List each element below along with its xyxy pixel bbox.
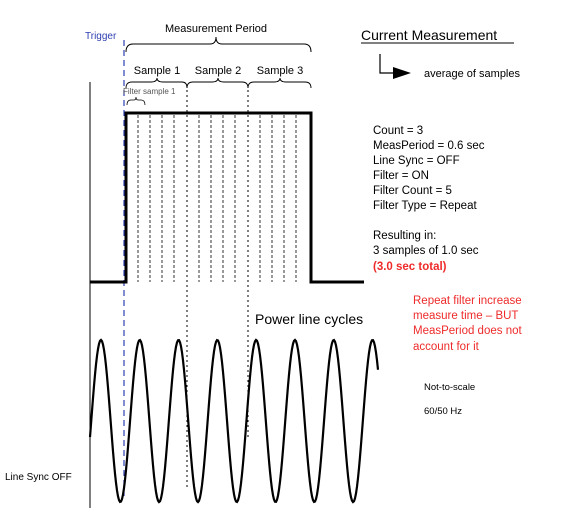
- setting-filter-type: Filter Type = Repeat: [373, 200, 477, 212]
- settings-list: Count = 3 MeasPeriod = 0.6 sec Line Sync…: [373, 125, 485, 212]
- average-arrow-head: [393, 67, 411, 79]
- filter-sample-lines: [137, 115, 297, 282]
- result-line: 3 samples of 1.0 sec: [373, 245, 479, 257]
- setting-line-sync: Line Sync = OFF: [373, 155, 460, 167]
- warning-line-1: Repeat filter increase: [413, 295, 522, 307]
- not-to-scale-label: Not-to-scale: [424, 382, 475, 393]
- measurement-period-brace: [125, 36, 312, 53]
- setting-count: Count = 3: [373, 125, 423, 137]
- sample-2-label: Sample 2: [195, 65, 241, 77]
- measurement-period-label: Measurement Period: [165, 23, 267, 35]
- timing-diagram: Trigger Measurement Period Sample 1 Samp…: [5, 23, 522, 508]
- sample-3-label: Sample 3: [257, 65, 303, 77]
- warning-line-3: MeasPeriod does not: [413, 325, 522, 337]
- title: Current Measurement: [361, 27, 497, 43]
- result-total: (3.0 sec total): [373, 261, 447, 273]
- setting-filter: Filter = ON: [373, 170, 429, 182]
- result-heading: Resulting in:: [373, 230, 436, 242]
- line-sync-label: Line Sync OFF: [5, 472, 72, 483]
- power-line-cycles-label: Power line cycles: [255, 311, 363, 327]
- warning-line-2: measure time – BUT: [413, 310, 518, 322]
- warning-note: Repeat filter increase measure time – BU…: [413, 295, 522, 353]
- warning-line-4: account for it: [413, 341, 480, 353]
- power-line-sine-wave: [88, 338, 380, 504]
- diagram: Trigger Measurement Period Sample 1 Samp…: [0, 0, 567, 510]
- frequency-label: 60/50 Hz: [424, 406, 462, 417]
- trigger-label: Trigger: [85, 31, 117, 42]
- sample-3-brace: [247, 77, 312, 89]
- setting-filter-count: Filter Count = 5: [373, 185, 452, 197]
- filter-sample-label: Filter sample 1: [123, 87, 176, 96]
- average-label: average of samples: [424, 68, 520, 80]
- setting-meas-period: MeasPeriod = 0.6 sec: [373, 140, 485, 152]
- measurement-pulse: [90, 111, 364, 284]
- sample-1-label: Sample 1: [134, 65, 180, 77]
- filter-sample-brace: [126, 96, 146, 106]
- sample-2-brace: [186, 77, 249, 89]
